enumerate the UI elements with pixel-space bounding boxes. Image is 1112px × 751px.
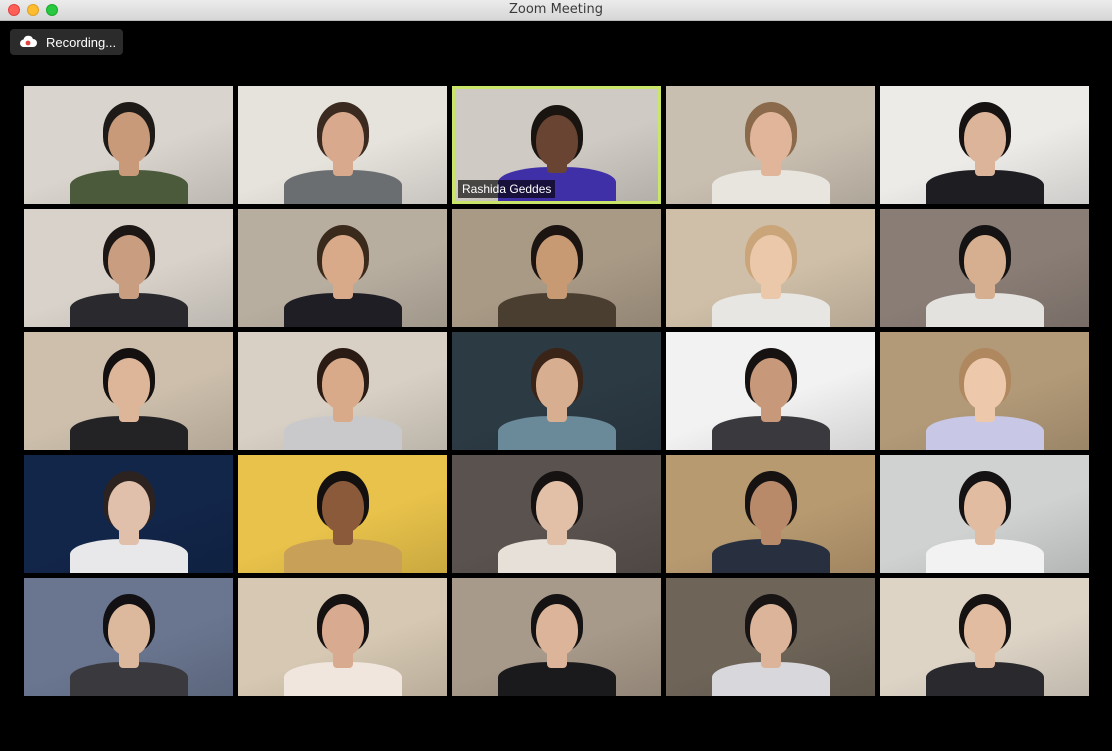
participant-video-tile[interactable] (880, 578, 1089, 696)
recording-label: Recording... (46, 34, 117, 50)
participant-face (963, 235, 1006, 287)
participant-face (107, 235, 150, 287)
participant-video-tile[interactable] (880, 455, 1089, 573)
window-title: Zoom Meeting (508, 2, 604, 17)
participant-face (535, 481, 578, 533)
participant-face (107, 112, 150, 164)
participant-face (963, 358, 1006, 410)
participant-face (107, 604, 150, 656)
recording-indicator-button[interactable]: Recording... (10, 29, 123, 55)
participant-face (321, 358, 364, 410)
participant-face (963, 112, 1006, 164)
participant-face (321, 481, 364, 533)
participant-video-tile[interactable] (238, 455, 447, 573)
participant-video-tile[interactable] (666, 86, 875, 204)
participant-face (749, 112, 792, 164)
participant-video-tile[interactable] (24, 209, 233, 327)
participant-video-tile[interactable] (24, 455, 233, 573)
participant-video-tile[interactable] (238, 332, 447, 450)
participant-face (963, 604, 1006, 656)
participant-video-tile[interactable] (24, 86, 233, 204)
participant-face (535, 604, 578, 656)
participant-video-tile[interactable] (238, 578, 447, 696)
participant-video-tile[interactable] (880, 86, 1089, 204)
participant-face (107, 481, 150, 533)
participant-video-tile[interactable] (666, 209, 875, 327)
participant-video-tile[interactable] (880, 209, 1089, 327)
participant-video-tile[interactable] (452, 455, 661, 573)
participant-face (535, 358, 578, 410)
participant-face (321, 604, 364, 656)
participant-face (963, 481, 1006, 533)
participant-face (321, 112, 364, 164)
participant-face (321, 235, 364, 287)
participant-video-tile[interactable] (238, 86, 447, 204)
participant-video-tile[interactable] (452, 578, 661, 696)
window-title-bar[interactable]: Zoom Meeting (0, 0, 1112, 21)
participant-video-grid: Rashida Geddes (24, 86, 1090, 696)
participant-face (535, 235, 578, 287)
participant-face (749, 358, 792, 410)
cloud-recording-icon (18, 35, 38, 49)
participant-video-tile[interactable] (880, 332, 1089, 450)
participant-name-label: Rashida Geddes (458, 180, 556, 198)
active-speaker-video-tile[interactable]: Rashida Geddes (452, 86, 661, 204)
participant-video-tile[interactable] (666, 332, 875, 450)
participant-face (749, 481, 792, 533)
participant-video-tile[interactable] (666, 578, 875, 696)
participant-face (749, 604, 792, 656)
participant-video-tile[interactable] (24, 578, 233, 696)
participant-video-tile[interactable] (24, 332, 233, 450)
participant-face (535, 115, 578, 167)
participant-video-tile[interactable] (452, 209, 661, 327)
participant-video-tile[interactable] (452, 332, 661, 450)
participant-video-tile[interactable] (238, 209, 447, 327)
participant-video-tile[interactable] (666, 455, 875, 573)
participant-face (749, 235, 792, 287)
participant-face (107, 358, 150, 410)
